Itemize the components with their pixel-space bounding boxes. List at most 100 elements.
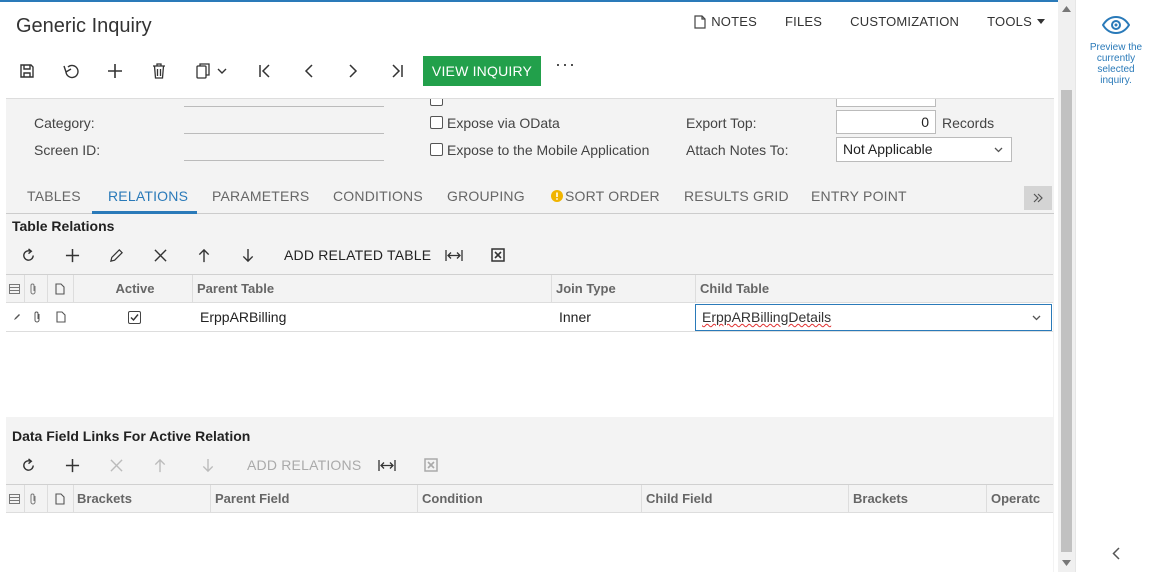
row-attachment[interactable]: [29, 303, 47, 332]
hidden-checkbox[interactable]: [430, 99, 443, 106]
operator-column-header[interactable]: Operatc: [986, 485, 1053, 513]
vertical-scrollbar[interactable]: [1058, 0, 1075, 572]
fit-columns-button[interactable]: [439, 240, 469, 270]
join-type-cell[interactable]: Inner: [555, 303, 695, 332]
add-related-table-button[interactable]: ADD RELATED TABLE: [284, 247, 431, 263]
tab-scroll-right-button[interactable]: [1024, 186, 1052, 210]
brackets-close-column-header[interactable]: Brackets: [848, 485, 986, 513]
collapse-panel-icon[interactable]: [1112, 547, 1120, 560]
move-up-button[interactable]: [145, 450, 175, 480]
parent-table-column-header[interactable]: Parent Table: [192, 275, 551, 303]
tab-entry-point[interactable]: ENTRY POINT: [811, 188, 907, 204]
tab-conditions[interactable]: CONDITIONS: [333, 188, 423, 204]
customization-link[interactable]: CUSTOMIZATION: [850, 14, 959, 29]
fit-columns-button[interactable]: [372, 450, 402, 480]
parent-field-column-header[interactable]: Parent Field: [210, 485, 417, 513]
tab-grouping[interactable]: GROUPING: [447, 188, 525, 204]
arrow-down-icon: [202, 458, 214, 472]
add-row-button[interactable]: [57, 240, 87, 270]
arrow-up-icon: [154, 458, 166, 472]
close-icon: [109, 458, 123, 472]
row-selector-header[interactable]: [6, 275, 24, 303]
attach-notes-select[interactable]: Not Applicable: [836, 137, 1012, 162]
screen-id-field[interactable]: [184, 160, 384, 161]
pencil-icon: [109, 248, 123, 262]
child-table-column-header[interactable]: Child Table: [695, 275, 1053, 303]
tab-parameters[interactable]: PARAMETERS: [212, 188, 309, 204]
parent-table-cell[interactable]: ErppARBilling: [196, 303, 546, 332]
delete-row-button[interactable]: [101, 450, 131, 480]
tab-results-grid[interactable]: RESULTS GRID: [684, 188, 789, 204]
view-inquiry-button[interactable]: VIEW INQUIRY: [423, 56, 541, 86]
main-toolbar: VIEW INQUIRY ···: [0, 54, 1060, 88]
row-edit-indicator: [9, 303, 24, 332]
refresh-button[interactable]: [13, 240, 43, 270]
grid-settings-icon: [9, 494, 20, 504]
export-top-input[interactable]: 0: [836, 110, 936, 134]
expose-odata-checkbox[interactable]: [430, 116, 443, 129]
attach-notes-value: Not Applicable: [843, 141, 933, 157]
save-icon: [20, 64, 34, 78]
active-checkbox[interactable]: [124, 303, 144, 332]
refresh-icon: [22, 247, 34, 261]
tab-relations[interactable]: RELATIONS: [108, 188, 188, 204]
refresh-button[interactable]: [13, 450, 43, 480]
undo-button[interactable]: [56, 56, 86, 86]
fit-width-icon: [378, 459, 396, 471]
page-title: Generic Inquiry: [16, 15, 152, 37]
notes-label: NOTES: [711, 14, 758, 29]
add-row-button[interactable]: [57, 450, 87, 480]
more-actions-button[interactable]: ···: [555, 54, 576, 75]
brackets-open-column-header[interactable]: Brackets: [73, 485, 210, 513]
edit-row-button[interactable]: [101, 240, 131, 270]
attach-notes-label: Attach Notes To:: [686, 142, 789, 158]
tools-menu[interactable]: TOOLS: [987, 14, 1045, 29]
child-table-select[interactable]: ErppARBillingDetails: [695, 304, 1052, 331]
close-icon: [153, 248, 167, 262]
expose-mobile-checkbox[interactable]: [430, 143, 443, 156]
join-type-column-header[interactable]: Join Type: [551, 275, 695, 303]
pencil-icon: [14, 314, 20, 320]
export-excel-button[interactable]: [416, 450, 446, 480]
move-up-button[interactable]: [189, 240, 219, 270]
delete-button[interactable]: [144, 56, 174, 86]
next-icon: [349, 64, 358, 78]
tab-tables[interactable]: TABLES: [27, 188, 81, 204]
chevron-down-icon: [994, 147, 1003, 153]
delete-row-button[interactable]: [145, 240, 175, 270]
child-field-column-header[interactable]: Child Field: [641, 485, 848, 513]
tab-sort-order[interactable]: SORT ORDER: [551, 188, 660, 204]
condition-column-header[interactable]: Condition: [417, 485, 641, 513]
table-relations-toolbar: ADD RELATED TABLE: [6, 240, 1054, 270]
paperclip-icon: [30, 493, 36, 505]
caret-down-icon: [1037, 18, 1045, 24]
save-button[interactable]: [12, 56, 42, 86]
hidden-input[interactable]: [836, 99, 936, 107]
category-field[interactable]: [184, 133, 384, 134]
add-button[interactable]: [100, 56, 130, 86]
records-label: Records: [942, 115, 995, 131]
scrollbar-thumb[interactable]: [1061, 90, 1072, 552]
copy-paste-dropdown[interactable]: [212, 56, 232, 86]
last-record-button[interactable]: [382, 56, 412, 86]
notes-link[interactable]: NOTES: [694, 14, 757, 29]
files-link[interactable]: FILES: [785, 14, 822, 29]
move-down-button[interactable]: [193, 450, 223, 480]
table-relations-grid: Active Parent Table Join Type Child Tabl…: [6, 274, 1053, 417]
first-record-button[interactable]: [250, 56, 280, 86]
row-selector-header[interactable]: [6, 485, 24, 513]
fit-width-icon: [445, 249, 463, 261]
previous-record-button[interactable]: [294, 56, 324, 86]
move-down-button[interactable]: [233, 240, 263, 270]
grid-header: Brackets Parent Field Condition Child Fi…: [6, 485, 1053, 513]
note-header: [47, 275, 73, 303]
tab-bar: TABLES RELATIONS PARAMETERS CONDITIONS G…: [6, 179, 1054, 214]
row-note[interactable]: [52, 303, 72, 332]
next-record-button[interactable]: [338, 56, 368, 86]
table-row[interactable]: ErppARBilling Inner ErppARBillingDetails: [6, 303, 1053, 332]
active-column-header[interactable]: Active: [73, 275, 192, 303]
add-icon: [65, 248, 79, 262]
add-icon: [65, 458, 79, 472]
export-excel-button[interactable]: [483, 240, 513, 270]
add-relations-button[interactable]: ADD RELATIONS: [247, 457, 361, 473]
